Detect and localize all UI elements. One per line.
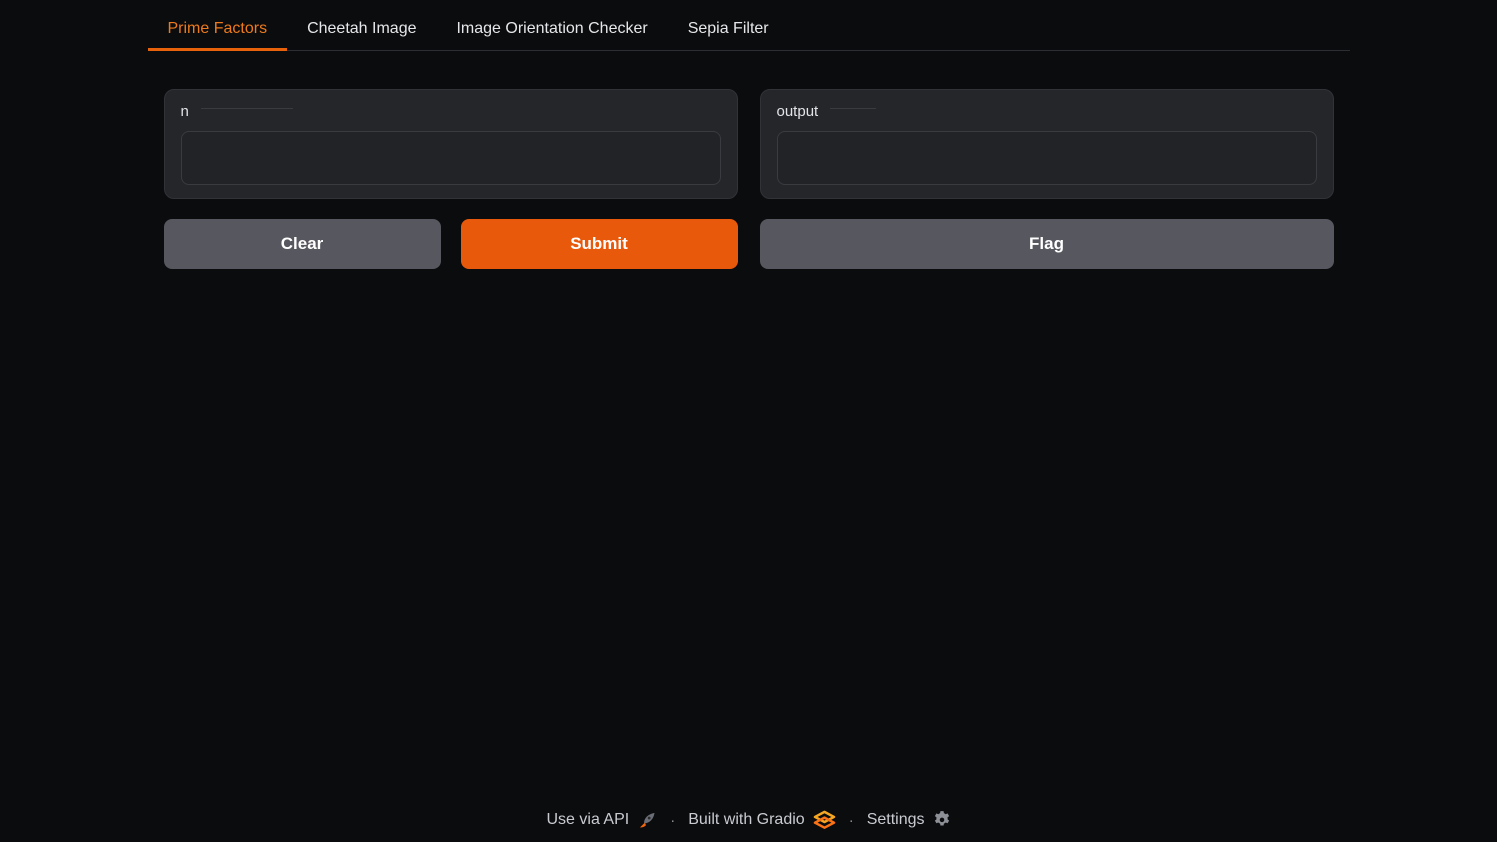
input-label-row: n: [181, 103, 721, 121]
flag-button[interactable]: Flag: [760, 219, 1334, 269]
submit-button[interactable]: Submit: [461, 219, 738, 269]
tab-image-orientation-checker[interactable]: Image Orientation Checker: [436, 9, 667, 51]
footer-separator: ·: [670, 812, 675, 829]
footer-separator: ·: [849, 812, 854, 829]
tab-prime-factors[interactable]: Prime Factors: [148, 9, 288, 51]
action-button-row: Clear Submit: [164, 219, 738, 269]
footer: Use via API · Built with Gradio · Settin…: [148, 796, 1350, 842]
built-with-gradio-label: Built with Gradio: [688, 811, 805, 829]
use-via-api-link[interactable]: Use via API: [546, 810, 657, 830]
gradio-logo-icon: [813, 810, 836, 830]
flag-button-row: Flag: [760, 219, 1334, 269]
output-panel: output: [760, 89, 1334, 199]
output-column: output Flag: [760, 89, 1334, 269]
tab-bar: Prime Factors Cheetah Image Image Orient…: [148, 0, 1350, 51]
settings-label: Settings: [867, 811, 925, 829]
input-panel: n: [164, 89, 738, 199]
output-label: output: [777, 103, 819, 121]
gear-icon: [933, 811, 951, 829]
output-textbox[interactable]: [777, 131, 1317, 185]
input-label: n: [181, 103, 189, 121]
settings-link[interactable]: Settings: [867, 811, 951, 829]
clear-button[interactable]: Clear: [164, 219, 441, 269]
use-via-api-label: Use via API: [546, 811, 629, 829]
label-ghost-line: [201, 108, 293, 109]
output-label-row: output: [777, 103, 1317, 121]
tab-sepia-filter[interactable]: Sepia Filter: [668, 9, 789, 51]
built-with-gradio-link[interactable]: Built with Gradio: [688, 810, 836, 830]
n-input[interactable]: [181, 131, 721, 185]
api-rocket-icon: [637, 810, 657, 830]
tab-content-prime-factors: n Clear Submit output Flag: [148, 51, 1350, 269]
gradio-app: Prime Factors Cheetah Image Image Orient…: [148, 0, 1350, 842]
label-ghost-line: [830, 108, 876, 109]
input-column: n Clear Submit: [164, 89, 738, 269]
tab-cheetah-image[interactable]: Cheetah Image: [287, 9, 436, 51]
